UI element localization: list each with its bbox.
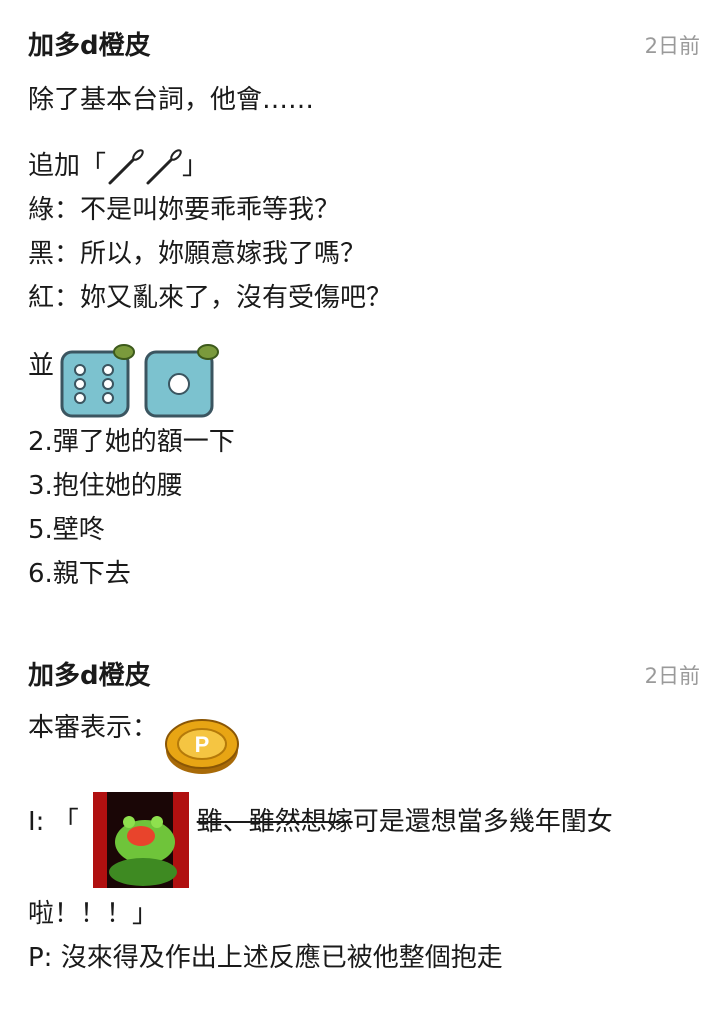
text-span: 追加「 xyxy=(28,151,107,181)
comment-line: P: 沒來得及作出上述反應已被他整個抱走 xyxy=(28,943,503,973)
author-name[interactable]: 加多d橙皮 xyxy=(28,661,151,691)
text-span: 」 xyxy=(182,151,209,181)
dice-row: 並 xyxy=(28,344,700,420)
dice-six-emote xyxy=(60,344,136,418)
timestamp: 2日前 xyxy=(644,34,700,58)
comment-line: 黑：所以，妳願意嫁我了嗎？ xyxy=(28,239,367,269)
comment-line: 2.彈了她的額一下 xyxy=(28,427,235,457)
p-coin-emote: P xyxy=(165,719,240,774)
dice-one-emote xyxy=(144,344,220,418)
comment-1: 加多d橙皮 2日前 除了基本台詞，他會…… 追加「 」 綠：不是叫妳要乖乖等我？… xyxy=(28,26,700,596)
comment-line: 追加「 」 xyxy=(28,144,700,188)
timestamp: 2日前 xyxy=(644,664,700,688)
comment-line: 3.抱住她的腰 xyxy=(28,471,183,501)
text-span: 本審表示： xyxy=(28,713,159,743)
text-span: 雖、雖然想嫁可是還想當多幾年閨女 xyxy=(197,792,613,852)
frog-sticker xyxy=(92,792,189,888)
comment-line: 6.親下去 xyxy=(28,559,131,589)
text-span: 並 xyxy=(28,351,55,381)
author-name[interactable]: 加多d橙皮 xyxy=(28,31,151,61)
comment-header: 加多d橙皮 2日前 xyxy=(28,26,700,66)
comment-line: 啦！！！」 xyxy=(28,899,159,929)
strikethrough-text: 雖、雖然想嫁 xyxy=(196,807,353,837)
text-span: 可是還想當多幾年閨女 xyxy=(352,807,613,837)
svg-text:P: P xyxy=(195,732,210,757)
comment-line: 本審表示： P xyxy=(28,706,700,778)
vuvuzela-emote xyxy=(108,148,182,184)
comment-line: 5.壁咚 xyxy=(28,515,105,545)
comment-line: 紅：妳又亂來了，沒有受傷吧？ xyxy=(28,283,393,313)
comment-line: 除了基本台詞，他會…… xyxy=(28,85,315,115)
comment-2: 加多d橙皮 2日前 本審表示： P I: 「 雖、雖然想嫁可是還想當多幾年閨女 … xyxy=(28,656,700,980)
comment-line: I: 「 雖、雖然想嫁可是還想當多幾年閨女 xyxy=(28,792,700,888)
comment-header: 加多d橙皮 2日前 xyxy=(28,656,700,696)
text-span: I: 「 xyxy=(28,807,79,837)
comment-line: 綠：不是叫妳要乖乖等我？ xyxy=(28,195,341,225)
